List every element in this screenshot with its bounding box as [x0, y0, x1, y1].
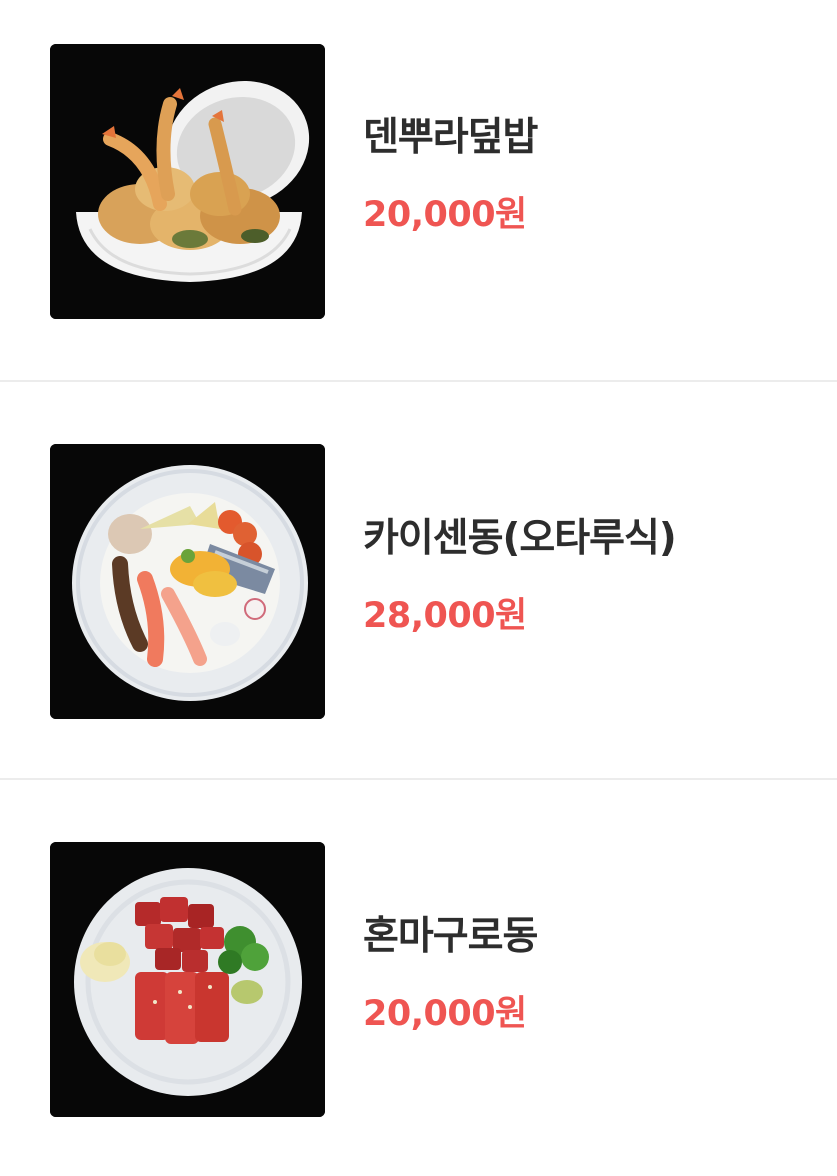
tuna-bowl-photo[interactable]: [50, 842, 325, 1117]
menu-item-tempura-don[interactable]: 덴뿌라덮밥 20,000원: [0, 0, 837, 380]
menu-item-price: 20,000원: [363, 195, 527, 235]
menu-item-price: 20,000원: [363, 994, 527, 1034]
menu-item-honmaguro-don[interactable]: 혼마구로동 20,000원: [0, 778, 837, 1176]
tempura-bowl-photo[interactable]: [50, 44, 325, 319]
menu-item-name: 덴뿌라덮밥: [363, 115, 538, 160]
menu-item-name: 혼마구로동: [363, 914, 538, 959]
menu-item-kaisen-don[interactable]: 카이센동(오타루식) 28,000원: [0, 380, 837, 778]
menu-item-info: 카이센동(오타루식) 28,000원: [363, 514, 677, 638]
menu-item-info: 혼마구로동 20,000원: [363, 912, 538, 1036]
menu-list: 덴뿌라덮밥 20,000원 카이센동(오타루식) 28,000원 혼마구로동 2…: [0, 0, 837, 1176]
menu-item-price: 28,000원: [363, 596, 527, 636]
seafood-bowl-photo[interactable]: [50, 444, 325, 719]
menu-item-info: 덴뿌라덮밥 20,000원: [363, 113, 538, 237]
menu-item-name: 카이센동(오타루식): [363, 516, 677, 561]
